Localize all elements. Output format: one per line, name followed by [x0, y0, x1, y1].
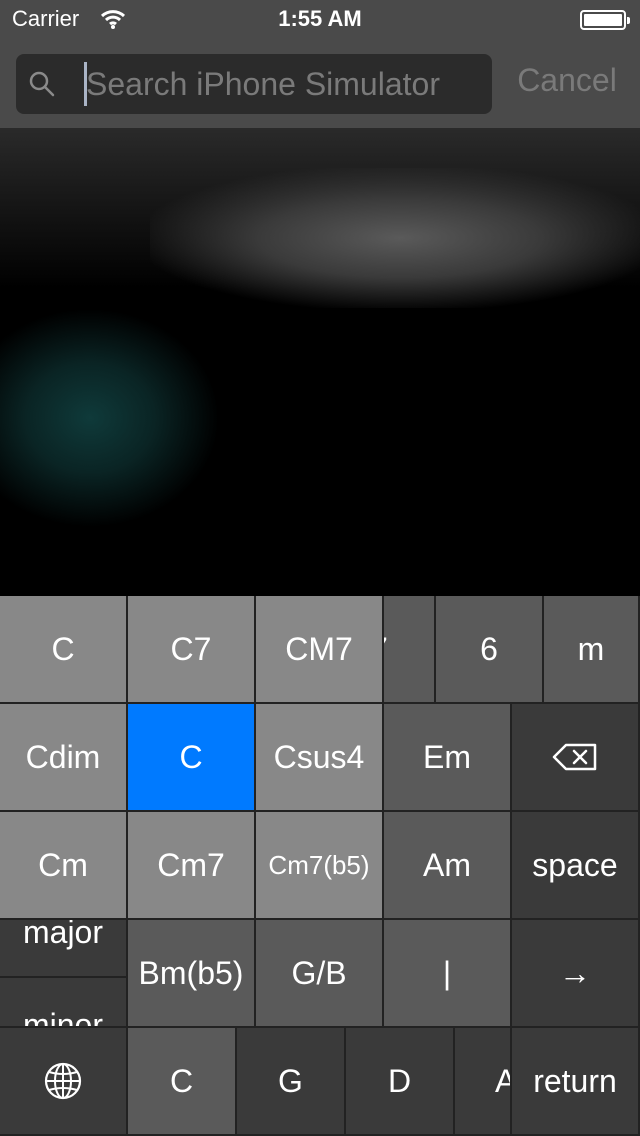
delete-icon	[552, 743, 597, 771]
chord-key-cm7b5[interactable]: Cm7(b5)	[256, 812, 384, 920]
root-key-a-label: A	[495, 1063, 510, 1100]
mode-major-label: major	[22, 920, 103, 950]
extension-key-7[interactable]: 7	[384, 596, 436, 704]
mode-minor-button[interactable]: minor	[0, 978, 128, 1028]
chord-key-bmb5[interactable]: Bm(b5)	[128, 920, 256, 1028]
chord-key-cdim[interactable]: Cdim	[0, 704, 128, 812]
chord-key-g-over-b[interactable]: G/B	[256, 920, 384, 1028]
blurred-background	[0, 128, 640, 596]
mode-major-button[interactable]: major	[0, 920, 128, 978]
search-icon	[29, 71, 55, 97]
root-key-a[interactable]: A	[455, 1028, 512, 1136]
chord-key-em[interactable]: Em	[384, 704, 512, 812]
chord-key-cm7-minor[interactable]: Cm7	[128, 812, 256, 920]
chord-key-am[interactable]: Am	[384, 812, 512, 920]
search-input[interactable]	[86, 54, 486, 114]
search-field[interactable]	[16, 54, 492, 114]
return-key[interactable]: return	[512, 1028, 640, 1136]
extension-key-m[interactable]: m	[544, 596, 640, 704]
root-key-c[interactable]: C	[128, 1028, 237, 1136]
root-key-g[interactable]: G	[237, 1028, 346, 1136]
cancel-button[interactable]: Cancel	[502, 62, 632, 106]
chord-key-csus4[interactable]: Csus4	[256, 704, 384, 812]
mode-minor-label: minor	[22, 1007, 103, 1028]
top-bar: Carrier 1:55 AM Cancel	[0, 0, 640, 128]
next-arrow-key[interactable]: →	[512, 920, 640, 1028]
chord-key-cm[interactable]: Cm	[0, 812, 128, 920]
extension-key-7-label: 7	[384, 631, 388, 668]
blur-highlight	[150, 168, 640, 308]
blur-teal-glow	[0, 308, 220, 528]
bar-line-key[interactable]: |	[384, 920, 512, 1028]
chord-key-c7[interactable]: C7	[128, 596, 256, 704]
globe-icon	[44, 1062, 82, 1100]
chord-key-c[interactable]: C	[0, 596, 128, 704]
battery-icon	[580, 10, 630, 30]
extension-key-6[interactable]: 6	[436, 596, 544, 704]
clock: 1:55 AM	[278, 6, 362, 31]
chord-keyboard: C C7 CM7 7 6 m Cdim C Csus4 Em Cm Cm7 Cm…	[0, 596, 640, 1136]
chord-key-c-selected[interactable]: C	[128, 704, 256, 812]
space-key[interactable]: space	[512, 812, 640, 920]
delete-key[interactable]	[512, 704, 640, 812]
globe-key[interactable]	[0, 1028, 128, 1136]
chord-key-cm7[interactable]: CM7	[256, 596, 384, 704]
status-bar: Carrier 1:55 AM	[0, 0, 640, 40]
root-key-d[interactable]: D	[346, 1028, 455, 1136]
